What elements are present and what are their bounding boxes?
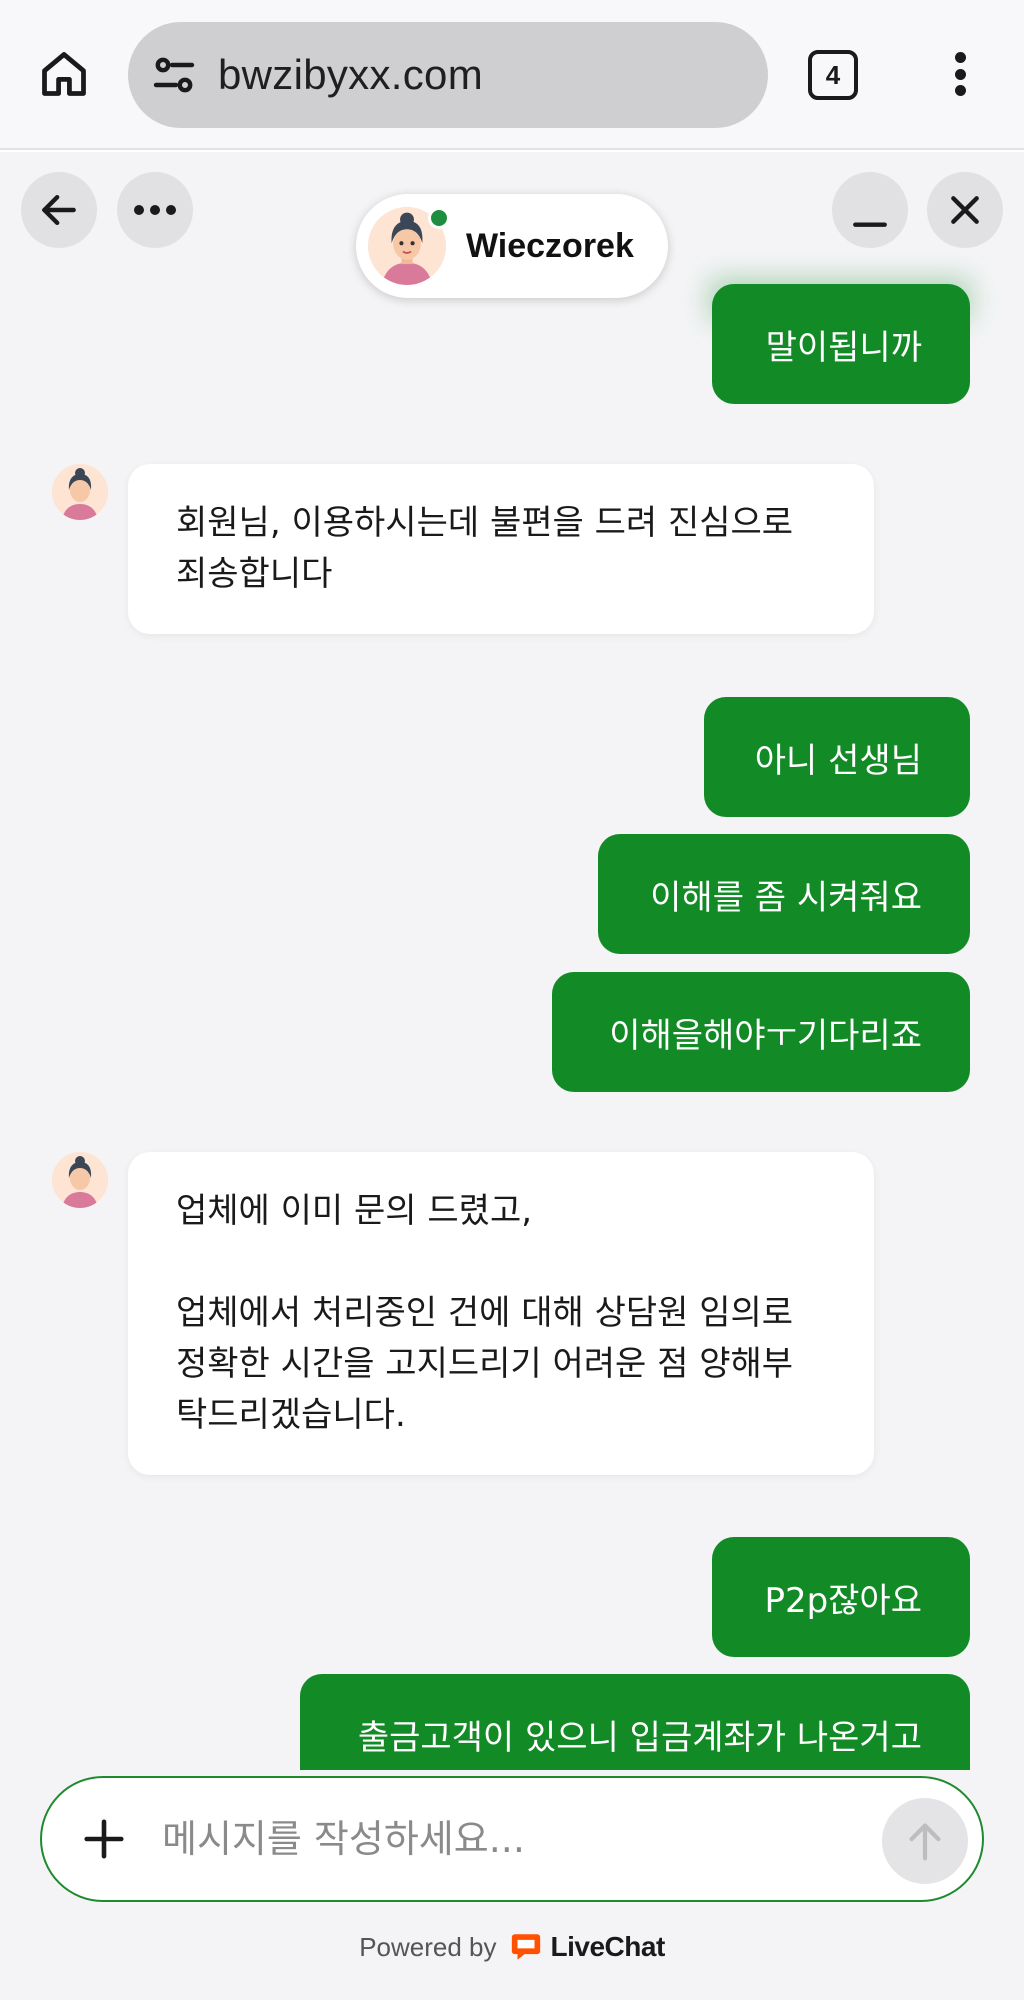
livechat-logo-icon: [511, 1934, 540, 1960]
arrow-up-icon: [909, 1823, 941, 1861]
tabs-button[interactable]: 4: [808, 50, 858, 100]
message-input[interactable]: [162, 1817, 822, 1861]
agent-message: 회원님, 이용하시는데 불편을 드려 진심으로 죄송합니다: [128, 464, 874, 634]
message-line: 회원님, 이용하시는데 불편을 드려 진심으로: [176, 503, 794, 543]
address-bar[interactable]: bwzibyxx.com: [128, 22, 768, 128]
close-icon: [951, 196, 979, 224]
message-text: 이해를 좀 시켜줘요: [650, 877, 922, 918]
customer-message: 이해을해야ㅜ기다리죠: [552, 972, 970, 1092]
customer-message: 말이됩니까: [712, 284, 970, 404]
powered-by-text: Powered by: [359, 1931, 497, 1962]
message-text: P2p잖아요: [764, 1580, 922, 1621]
tune-icon[interactable]: [150, 51, 198, 99]
browser-toolbar: bwzibyxx.com 4: [0, 0, 1024, 150]
agent-avatar: [368, 207, 450, 285]
agent-avatar: [52, 1152, 108, 1208]
attach-button[interactable]: [80, 1815, 128, 1863]
message-text: 아니 선생님: [754, 740, 922, 781]
message-line: 정확한 시간을 고지드리기 어려운 점 양해부: [176, 1344, 794, 1384]
agent-avatar: [52, 464, 108, 520]
more-horiz-icon: [134, 205, 176, 215]
message-text: 출금고객이 있으니 입금계좌가 나온거고: [357, 1717, 922, 1758]
message-line: 업체에서 처리중인 건에 대해 상담원 임의로: [176, 1293, 794, 1333]
message-line: [176, 1237, 826, 1288]
message-text: 말이됩니까: [765, 327, 922, 368]
more-options-button[interactable]: [117, 172, 193, 248]
message-line: 업체에 이미 문의 드렸고,: [176, 1191, 533, 1231]
message-line: 탁드리겠습니다.: [176, 1395, 406, 1435]
message-composer: [40, 1776, 984, 1902]
customer-message: 아니 선생님: [704, 697, 970, 817]
agent-message: 업체에 이미 문의 드렸고, 업체에서 처리중인 건에 대해 상담원 임의로 정…: [128, 1152, 874, 1475]
message-text: 이해을해야ㅜ기다리죠: [609, 1015, 922, 1056]
home-icon: [42, 52, 86, 96]
agent-name: Wieczorek: [466, 226, 634, 265]
url-text[interactable]: bwzibyxx.com: [218, 51, 483, 99]
back-button[interactable]: [21, 172, 97, 248]
online-status-dot: [428, 207, 450, 229]
close-button[interactable]: [927, 172, 1003, 248]
plus-icon: [84, 1819, 124, 1859]
powered-by-footer[interactable]: Powered by LiveChat: [0, 1930, 1024, 1964]
customer-message: P2p잖아요: [712, 1537, 970, 1657]
send-button[interactable]: [882, 1798, 968, 1884]
tab-count: 4: [825, 59, 841, 90]
home-button[interactable]: [36, 46, 92, 102]
customer-message: 이해를 좀 시켜줘요: [598, 834, 970, 954]
livechat-brand: LiveChat: [550, 1931, 666, 1962]
message-line: 죄송합니다: [176, 554, 333, 594]
more-vert-icon[interactable]: [940, 46, 980, 102]
minimize-icon: [853, 222, 887, 227]
chat-window: Wieczorek 말이됩니까 회원님, 이용하시는데 불편을 드려 진심으로 …: [0, 152, 1024, 2000]
minimize-button[interactable]: [832, 172, 908, 248]
arrow-left-icon: [42, 194, 76, 226]
agent-info[interactable]: Wieczorek: [356, 194, 668, 298]
